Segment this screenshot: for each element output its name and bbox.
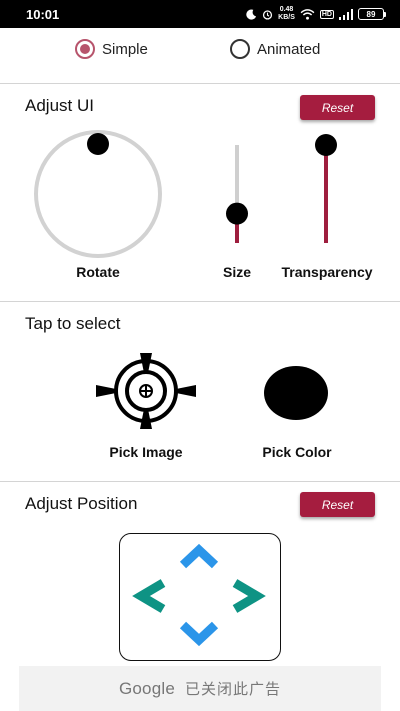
radio-simple-label: Simple (102, 40, 148, 58)
arrow-down-icon[interactable] (179, 621, 218, 646)
divider (0, 83, 400, 84)
rotate-dial-handle[interactable] (87, 133, 109, 155)
pick-image-label: Pick Image (109, 444, 183, 460)
adjust-ui-reset-button[interactable]: Reset (300, 95, 375, 120)
transparency-label: Transparency (281, 264, 373, 280)
divider (0, 301, 400, 302)
pick-image-button[interactable] (95, 352, 197, 430)
arrow-left-icon[interactable] (131, 578, 165, 613)
network-speed: 0.48 KB/S (278, 6, 295, 21)
ad-message: 已关闭此广告 (185, 681, 282, 698)
adjust-position-reset-button[interactable]: Reset (300, 492, 375, 517)
size-slider[interactable] (226, 145, 248, 243)
adjust-ui-title: Adjust UI (25, 96, 94, 115)
moon-icon (246, 9, 257, 20)
divider (0, 481, 400, 482)
battery-icon: 89 (358, 8, 386, 20)
pick-color-label: Pick Color (262, 444, 332, 460)
radio-simple[interactable]: Simple (75, 39, 148, 59)
size-label: Size (222, 264, 251, 280)
status-icons: 0.48 KB/S HD 89 (246, 6, 386, 22)
alarm-icon (263, 9, 273, 20)
radio-animated[interactable]: Animated (230, 39, 320, 59)
size-slider-handle[interactable] (226, 202, 248, 225)
radio-checked-icon (75, 39, 95, 59)
mode-selector: Simple Animated (0, 36, 400, 64)
color-swatch (264, 366, 328, 420)
rotate-label: Rotate (76, 264, 120, 280)
tap-to-select-title: Tap to select (25, 314, 121, 333)
status-time: 10:01 (26, 6, 60, 22)
radio-unchecked-icon (230, 39, 250, 59)
arrow-right-icon[interactable] (232, 578, 266, 613)
radio-animated-label: Animated (257, 40, 321, 58)
adjust-position-title: Adjust Position (25, 494, 138, 513)
ad-brand: Google (118, 678, 175, 698)
hd-badge: HD (319, 9, 334, 19)
rotate-dial[interactable] (34, 130, 162, 258)
pick-color-button[interactable] (263, 365, 329, 421)
crosshair-icon (96, 353, 196, 429)
transparency-slider-handle[interactable] (315, 134, 337, 156)
status-bar: 10:01 0.48 KB/S HD 89 (0, 0, 400, 28)
arrow-up-icon[interactable] (179, 543, 218, 568)
transparency-slider[interactable] (315, 134, 337, 243)
signal-icon (339, 8, 353, 20)
ad-banner[interactable]: Google 已关闭此广告 (19, 666, 381, 711)
adjust-ui-controls (34, 130, 337, 258)
wifi-icon (300, 8, 315, 20)
position-dpad (119, 533, 281, 661)
